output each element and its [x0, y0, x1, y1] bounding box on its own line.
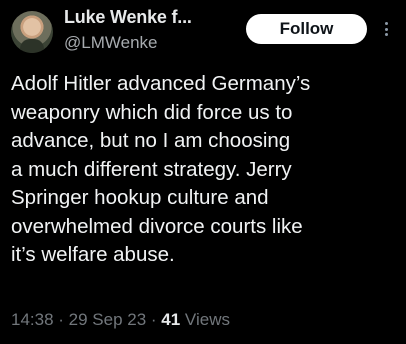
meta-separator: · [146, 310, 162, 329]
views-label: Views [180, 310, 230, 329]
follow-button[interactable]: Follow [246, 14, 367, 44]
tweet-date[interactable]: 29 Sep 23 [69, 310, 147, 329]
author-display-name[interactable]: Luke Wenke f... [64, 7, 192, 28]
meta-separator: · [53, 310, 69, 329]
views-count: 41 [161, 310, 181, 329]
avatar[interactable] [11, 11, 53, 53]
author-handle[interactable]: @LMWenke [64, 33, 157, 53]
tweet-text: Adolf Hitler advanced Germany’s weaponry… [11, 72, 311, 266]
tweet-time[interactable]: 14:38 [11, 310, 54, 329]
tweet-card: Luke Wenke f... @LMWenke Follow Adolf Hi… [0, 0, 406, 344]
tweet-meta: 14:38 · 29 Sep 23 · 41 Views [11, 310, 230, 330]
more-vertical-icon[interactable] [380, 17, 392, 41]
